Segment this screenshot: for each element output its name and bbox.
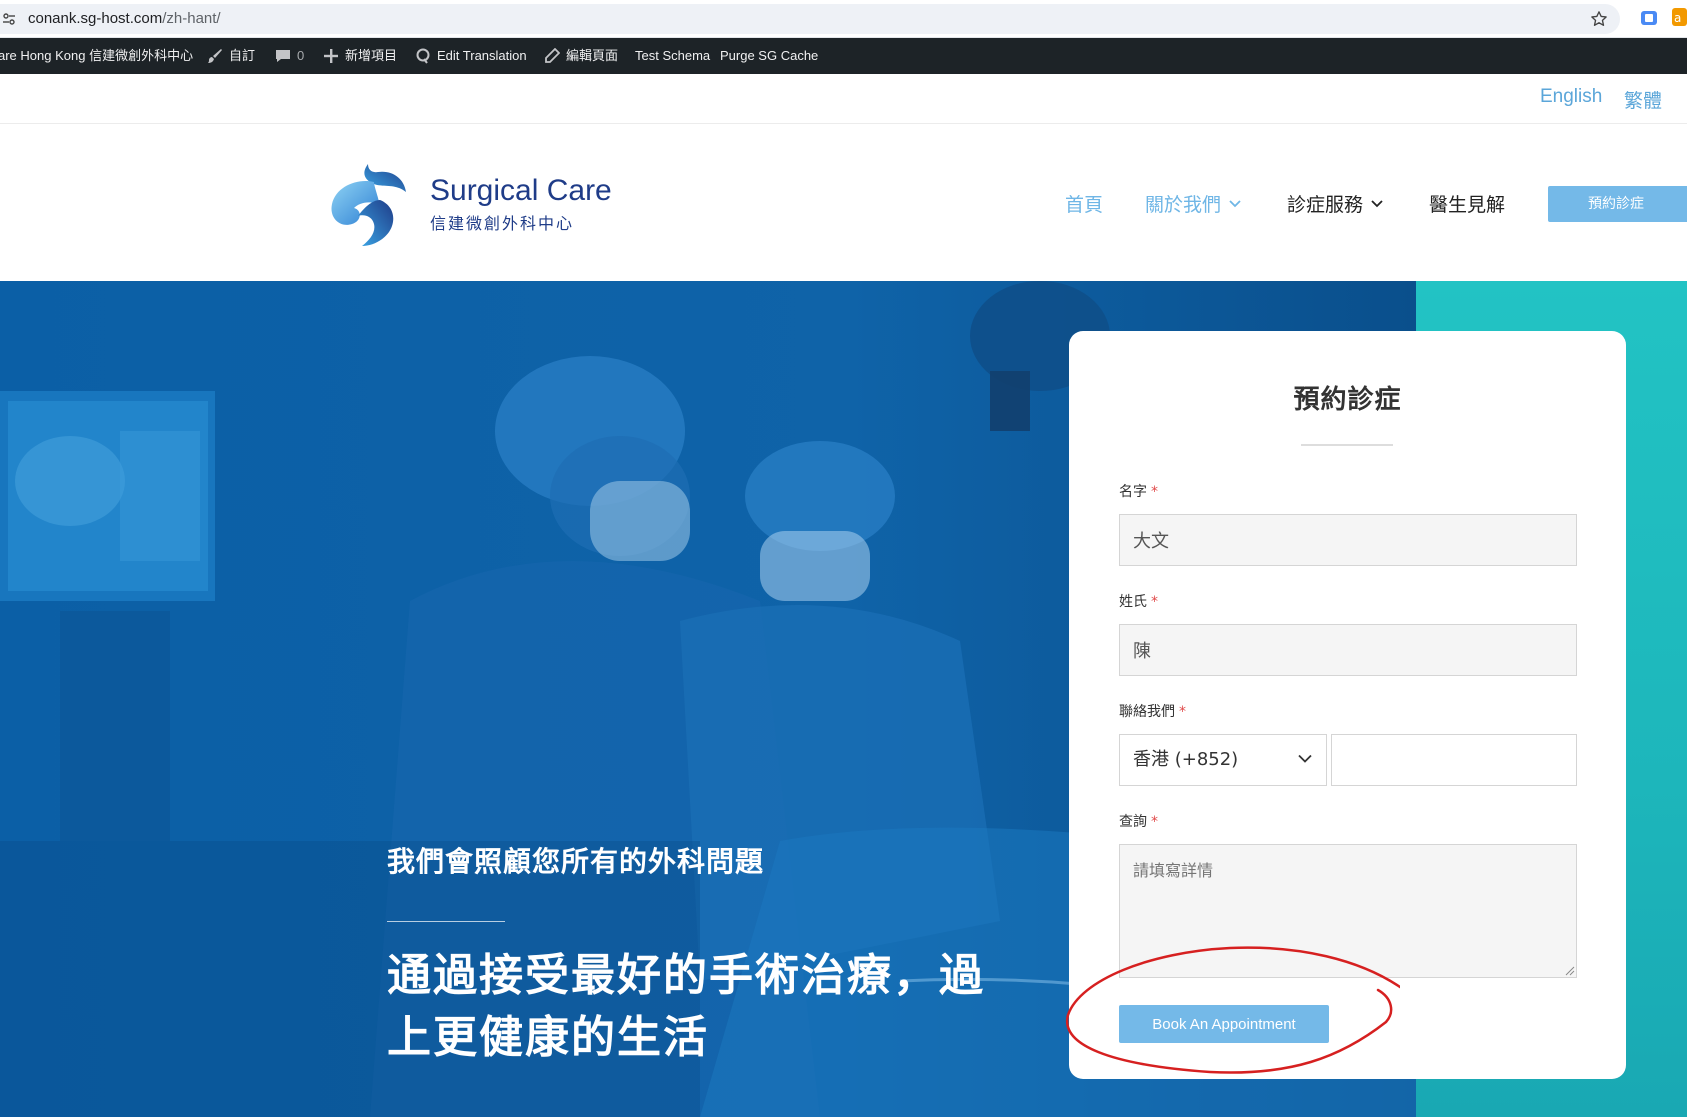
admin-customize[interactable]: 自訂 (207, 38, 255, 74)
book-appointment-button[interactable]: Book An Appointment (1119, 1005, 1329, 1043)
required-mark: * (1151, 594, 1158, 610)
admin-comments-count: 0 (297, 48, 305, 63)
hero-divider (387, 921, 505, 922)
admin-edit-translation-label: Edit Translation (437, 48, 527, 63)
first-name-input[interactable] (1119, 514, 1577, 566)
nav-insights[interactable]: 醫生見解 (1429, 190, 1505, 217)
enquiry-textarea[interactable] (1119, 844, 1577, 978)
admin-purge-cache-label: Purge SG Cache (720, 48, 819, 63)
form-title: 預約診症 (1293, 385, 1402, 415)
nav-insights-label: 醫生見解 (1429, 194, 1506, 216)
required-mark: * (1151, 814, 1158, 830)
logo-subtitle: 信建微創外科中心 (430, 214, 575, 233)
nav-home-label: 首頁 (1065, 194, 1104, 216)
lang-english[interactable]: English (1540, 86, 1602, 108)
contact-label-text: 聯絡我們 (1119, 704, 1175, 720)
pencil-icon (545, 48, 560, 63)
contact-label: 聯絡我們 * (1119, 701, 1186, 721)
admin-edit-page-label: 編輯頁面 (566, 48, 619, 63)
svg-text:a: a (1674, 11, 1681, 25)
lang-traditional[interactable]: 繁體 (1624, 86, 1662, 113)
admin-new-item-label: 新增項目 (345, 48, 398, 63)
address-bar[interactable]: conank.sg-host.com/zh-hant/ (0, 4, 1620, 34)
last-name-input[interactable] (1119, 624, 1577, 676)
admin-test-schema[interactable]: Test Schema (635, 38, 710, 74)
nav-about[interactable]: 關於我們 (1145, 190, 1241, 217)
nav-about-label: 關於我們 (1145, 194, 1222, 216)
phone-number-input[interactable] (1331, 734, 1577, 786)
admin-edit-translation[interactable]: Edit Translation (415, 38, 527, 74)
admin-site-name[interactable]: are Hong Kong 信建微創外科中心 (0, 38, 193, 74)
enquiry-label: 查詢 * (1119, 811, 1158, 831)
last-name-label-text: 姓氏 (1119, 594, 1147, 610)
plus-icon (324, 49, 338, 63)
admin-purge-cache[interactable]: Purge SG Cache (720, 38, 818, 74)
first-name-label: 名字 * (1119, 481, 1158, 501)
nav-services-label: 診症服務 (1287, 194, 1364, 216)
extension-icon-2[interactable]: a (1672, 8, 1687, 26)
site-header: Surgical Care 信建微創外科中心 首頁 關於我們 診症服務 醫生見解… (0, 124, 1687, 281)
required-mark: * (1151, 484, 1158, 500)
admin-new-item[interactable]: 新增項目 (323, 38, 397, 74)
site-info-icon[interactable] (2, 12, 16, 26)
enquiry-label-text: 查詢 (1119, 814, 1147, 830)
resize-handle-icon[interactable] (1565, 966, 1575, 976)
nav-services[interactable]: 診症服務 (1287, 190, 1383, 217)
admin-test-schema-label: Test Schema (635, 48, 711, 63)
nav-book-button[interactable]: 預約診症 (1548, 186, 1687, 222)
last-name-label: 姓氏 * (1119, 591, 1158, 611)
url-path: /zh-hant/ (162, 10, 221, 27)
logo-mark-icon[interactable] (322, 160, 410, 248)
bookmark-star-icon[interactable] (1590, 10, 1608, 28)
hero-title: 通過接受最好的手術治療，過上更健康的生活 (387, 950, 985, 1063)
wp-admin-bar: are Hong Kong 信建微創外科中心 自訂 0 新增項目 Edit Tr… (0, 38, 1687, 74)
language-bar: English 繁體 (0, 74, 1687, 124)
brush-icon (208, 49, 222, 63)
admin-comments[interactable]: 0 (275, 38, 304, 74)
chevron-down-icon (1229, 199, 1241, 207)
url-text[interactable]: conank.sg-host.com/zh-hant/ (28, 10, 221, 27)
nav-home[interactable]: 首頁 (1065, 190, 1103, 217)
admin-edit-page[interactable]: 編輯頁面 (544, 38, 618, 74)
url-host: conank.sg-host.com (28, 10, 163, 27)
comment-icon (276, 50, 290, 62)
admin-site-name-label: are Hong Kong 信建微創外科中心 (0, 48, 194, 63)
admin-customize-label: 自訂 (229, 48, 256, 63)
browser-toolbar: conank.sg-host.com/zh-hant/ a (0, 0, 1687, 38)
country-code-value: 香港 (+852) (1133, 749, 1239, 770)
extension-icon[interactable] (1640, 10, 1658, 26)
logo-name[interactable]: Surgical Care (430, 174, 612, 208)
translate-icon (416, 48, 430, 64)
chevron-down-icon (1298, 754, 1312, 763)
first-name-label-text: 名字 (1119, 484, 1147, 500)
required-mark: * (1179, 704, 1186, 720)
form-title-divider (1301, 444, 1393, 446)
appointment-form-card: 預約診症 名字* 姓氏* 聯絡我們* 香港 (+852) 查詢* Book An… (1069, 331, 1626, 1079)
country-code-select[interactable]: 香港 (+852) (1119, 734, 1327, 786)
hero-subtitle: 我們會照顧您所有的外科問題 (387, 845, 765, 878)
chevron-down-icon (1371, 199, 1383, 207)
